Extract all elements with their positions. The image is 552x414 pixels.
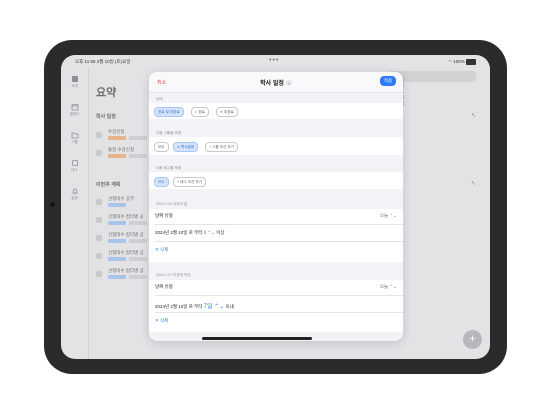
modal-title[interactable]: 학사 일정 ⌄	[149, 78, 403, 87]
tag-badge	[108, 136, 126, 140]
filter1-label: 2024.2.10 이후의 일	[156, 202, 188, 206]
status-right: ◠ 100%	[448, 59, 476, 65]
list-item-title: 선형대수 컴티벌 공	[108, 250, 144, 255]
wifi-icon: ◠	[448, 59, 452, 65]
chevron-updown-icon: ⌃⌄	[389, 284, 397, 289]
bell-icon	[72, 188, 77, 195]
camera	[50, 202, 55, 207]
checkbox[interactable]	[96, 271, 102, 277]
chip-complete[interactable]: ✓ 완료	[191, 107, 210, 117]
calendar-icon	[71, 104, 78, 111]
ipad-frame: 오후 11:55 2월 10일 (토)요일 ••• ◠ 100% 요약 캘린더 …	[44, 40, 507, 374]
status-bar: 오후 11:55 2월 10일 (토)요일 ••• ◠ 100%	[61, 55, 490, 67]
date-badge	[129, 221, 147, 225]
expand-icon[interactable]: ↖	[471, 112, 476, 119]
delete-button[interactable]: ✕ 삭제	[155, 318, 168, 324]
filter1-card: 날짜 유형 오늘 ⌃⌄ 2024년 2월 10일 로 부터 0 ⌃⌄ 이상 ✕ …	[149, 209, 403, 262]
date-type-label: 날짜 유형	[155, 284, 173, 289]
chip-complete-and-incomplete[interactable]: 완료 및 미완료	[154, 107, 184, 117]
tag-label: 다음 태그를 포함	[156, 166, 182, 170]
plus-icon: +	[469, 333, 476, 345]
date-badge	[129, 136, 147, 140]
checkbox[interactable]	[96, 217, 102, 223]
list-item-title: 선형대수 공부	[108, 196, 135, 201]
tag-icon	[71, 160, 78, 166]
tag-badge	[108, 221, 126, 225]
filter-modal: 취소 학사 일정 ⌄ 적용 상태 완료 및 미완료 ✓ 완료 ✕ 미완료 다음 그…	[149, 72, 403, 341]
chip-incomplete[interactable]: ✕ 미완료	[216, 107, 238, 117]
add-button[interactable]: +	[463, 330, 482, 349]
divider	[155, 241, 403, 242]
divider	[155, 224, 403, 225]
tag-badge	[108, 275, 126, 279]
checkbox[interactable]	[96, 199, 102, 205]
list-item-title: 통합 수강신청	[108, 147, 135, 152]
divider	[155, 295, 403, 296]
status-chip-group: 완료 및 미완료 ✓ 완료 ✕ 미완료	[149, 103, 403, 119]
summary-icon	[71, 76, 78, 82]
day-stepper[interactable]: 7일 ⌃⌄	[204, 304, 225, 310]
date-badge	[129, 239, 147, 243]
page-title: 요약	[96, 87, 117, 99]
filter2-label: 2024.2.17 이전의 작업	[156, 273, 191, 277]
list-item-title: 선형대수 컴티벌 공	[108, 268, 144, 273]
section-title-weekly: 이번주 계획	[96, 182, 121, 188]
date-badge	[129, 154, 147, 158]
checkbox[interactable]	[96, 253, 102, 259]
tag-badge	[108, 203, 126, 207]
group-chip-group: 모두 ✕ 학사일정 + 그룹 조건 추가	[149, 137, 403, 155]
day-stepper[interactable]: 0 ⌃⌄	[204, 230, 215, 235]
date-type-select[interactable]: 오늘 ⌃⌄	[380, 284, 397, 290]
chevron-updown-icon: ⌃⌄	[389, 213, 397, 218]
divider	[155, 312, 403, 313]
checkbox[interactable]	[96, 235, 102, 241]
screen: 오후 11:55 2월 10일 (토)요일 ••• ◠ 100% 요약 캘린더 …	[61, 55, 490, 359]
list-item-title: 선형대수 컴티벌 공	[108, 214, 144, 219]
sidebar-item-group[interactable]: 그룹	[61, 131, 88, 145]
chip-all-groups[interactable]: 모두	[154, 142, 169, 152]
status-time-date: 오후 11:55 2월 10일 (토)요일	[75, 59, 131, 64]
sidebar: 요약 캘린더 그룹 태그 알림	[61, 67, 89, 359]
group-label: 다음 그룹을 포함	[156, 131, 182, 135]
expand-icon[interactable]: ↖	[471, 180, 476, 187]
sidebar-item-tag[interactable]: 태그	[61, 159, 88, 173]
checkbox[interactable]	[96, 132, 102, 138]
checkbox[interactable]	[96, 150, 102, 156]
sidebar-item-summary[interactable]: 요약	[61, 75, 88, 89]
sidebar-item-alarm[interactable]: 알림	[61, 187, 88, 201]
tag-badge	[108, 257, 126, 261]
list-item-title: 수강신청	[108, 129, 125, 134]
add-group-condition-button[interactable]: + 그룹 조건 추가	[205, 142, 238, 152]
filter1-date-row: 2024년 2월 10일 로 부터 0 ⌃⌄ 이상	[155, 230, 225, 235]
tag-chip-group: 모두 + 태그 조건 추가	[149, 172, 403, 189]
chip-all-tags[interactable]: 모두	[154, 176, 169, 187]
multitasking-dots-icon[interactable]: •••	[269, 57, 279, 64]
section-title-academic: 학사 일정	[96, 114, 116, 120]
battery-icon	[466, 59, 476, 65]
date-type-label: 날짜 유형	[155, 213, 173, 218]
folder-icon	[71, 132, 78, 139]
add-tag-condition-button[interactable]: + 태그 조건 추가	[173, 176, 206, 187]
chevron-down-icon: ⌄	[285, 80, 292, 87]
chip-academic[interactable]: ✕ 학사일정	[173, 142, 199, 152]
home-indicator[interactable]	[202, 337, 312, 340]
sidebar-item-calendar[interactable]: 캘린더	[61, 103, 88, 117]
filter2-card: 날짜 유형 오늘 ⌃⌄ 2024년 2월 10일 로 부터 7일 ⌃⌄ 이내 ✕…	[149, 280, 403, 332]
status-label: 상태	[156, 97, 163, 101]
tag-badge	[108, 239, 126, 243]
date-badge	[129, 275, 147, 279]
tag-badge	[108, 154, 126, 158]
delete-button[interactable]: ✕ 삭제	[155, 247, 168, 253]
apply-button[interactable]: 적용	[380, 76, 396, 86]
modal-header: 취소 학사 일정 ⌄ 적용	[149, 72, 403, 93]
date-badge	[129, 257, 147, 261]
list-item-title: 선형대수 컴티벌 공	[108, 232, 144, 237]
filter2-date-row: 2024년 2월 10일 로 부터 7일 ⌃⌄ 이내	[155, 304, 234, 310]
date-type-select[interactable]: 오늘 ⌃⌄	[380, 213, 397, 219]
